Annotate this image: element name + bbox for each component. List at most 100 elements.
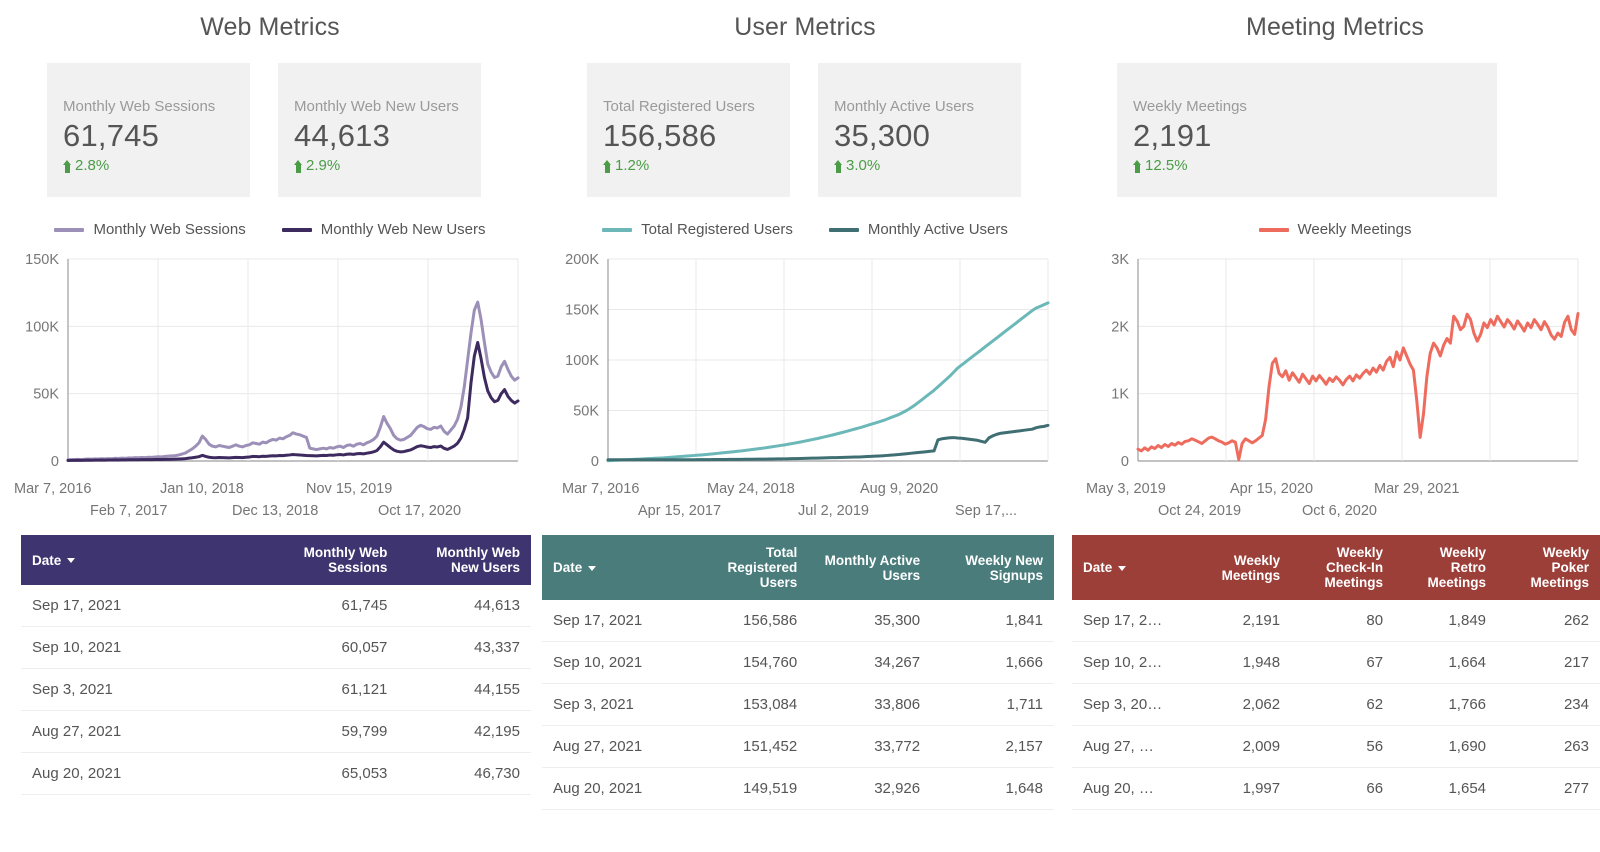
table-row[interactable]: Sep 10, 2… 1,948 67 1,664 217 bbox=[1072, 641, 1600, 684]
xtick-label: Jan 10, 2018 bbox=[160, 481, 244, 497]
cell-value: 43,337 bbox=[398, 626, 531, 669]
cell-value: 80 bbox=[1291, 600, 1395, 642]
column-header-monthly-web-sessions[interactable]: Monthly Web Sessions bbox=[265, 535, 399, 585]
cell-value: 1,666 bbox=[931, 641, 1054, 684]
scorecard-monthly-web-sessions[interactable]: Monthly Web Sessions 61,745 2.8% bbox=[47, 63, 250, 197]
xtick-label: May 3, 2019 bbox=[1086, 481, 1166, 497]
table-wrap-meeting: Date Weekly Meetings Weekly Check-In Mee… bbox=[1070, 535, 1600, 810]
chart-svg-user: 0 50K 100K 150K 200K bbox=[565, 252, 1050, 470]
column-header-date[interactable]: Date bbox=[21, 535, 266, 585]
column-header-date[interactable]: Date bbox=[1072, 535, 1189, 600]
table-row[interactable]: Sep 3, 2021 153,084 33,806 1,711 bbox=[542, 683, 1054, 726]
column-header-weekly-new-signups[interactable]: Weekly New Signups bbox=[931, 535, 1054, 600]
cell-value: 277 bbox=[1497, 767, 1600, 810]
cell-value: 1,849 bbox=[1394, 600, 1498, 642]
panel-title-meeting: Meeting Metrics bbox=[1246, 13, 1424, 41]
svg-text:150K: 150K bbox=[25, 252, 59, 268]
cell-value: 46,730 bbox=[398, 752, 531, 795]
scorecard-delta-text: 2.9% bbox=[306, 157, 341, 174]
column-header-weekly-poker-meetings[interactable]: Weekly Poker Meetings bbox=[1497, 535, 1600, 600]
table-user-metrics[interactable]: Date Total Registered Users Monthly Acti… bbox=[542, 535, 1054, 810]
table-row[interactable]: Sep 17, 2… 2,191 80 1,849 262 bbox=[1072, 600, 1600, 642]
legend-item[interactable]: Total Registered Users bbox=[602, 221, 793, 238]
column-header-weekly-meetings[interactable]: Weekly Meetings bbox=[1188, 535, 1292, 600]
table-meeting-metrics[interactable]: Date Weekly Meetings Weekly Check-In Mee… bbox=[1072, 535, 1600, 810]
panel-title-user: User Metrics bbox=[734, 13, 876, 41]
xtick-label: Oct 24, 2019 bbox=[1158, 503, 1242, 519]
cell-value: 1,997 bbox=[1188, 767, 1292, 810]
table-body: Sep 17, 2… 2,191 80 1,849 262 Sep 10, 2… 1,948… bbox=[1072, 600, 1600, 810]
arrow-up-icon bbox=[603, 159, 612, 173]
scorecard-group-meeting: Weekly Meetings 2,191 12.5% bbox=[1070, 42, 1600, 197]
scorecard-delta-text: 2.8% bbox=[75, 157, 110, 174]
chart-user-metrics[interactable]: 0 50K 100K 150K 200K bbox=[540, 249, 1070, 479]
scorecard-weekly-meetings[interactable]: Weekly Meetings 2,191 12.5% bbox=[1117, 63, 1497, 197]
cell-value: 33,806 bbox=[808, 683, 932, 726]
legend-item[interactable]: Monthly Active Users bbox=[828, 221, 1008, 238]
legend-item[interactable]: Monthly Web New Users bbox=[281, 221, 486, 238]
table-web-metrics[interactable]: Date Monthly Web Sessions Monthly Web Ne… bbox=[21, 535, 531, 795]
column-header-monthly-active-users[interactable]: Monthly Active Users bbox=[808, 535, 932, 600]
legend-label: Monthly Web New Users bbox=[320, 221, 486, 238]
column-header-date[interactable]: Date bbox=[542, 535, 686, 600]
scorecard-monthly-web-new-users[interactable]: Monthly Web New Users 44,613 2.9% bbox=[278, 63, 481, 197]
cell-value: 66 bbox=[1291, 767, 1395, 810]
cell-value: 61,745 bbox=[265, 585, 399, 627]
table-row[interactable]: Aug 20, … 1,997 66 1,654 277 bbox=[1072, 767, 1600, 810]
cell-value: 2,157 bbox=[931, 725, 1054, 768]
arrow-up-icon bbox=[1133, 159, 1142, 173]
xaxis-labels-meeting: May 3, 2019 Apr 15, 2020 Mar 29, 2021 Oc… bbox=[1070, 479, 1600, 525]
table-row[interactable]: Sep 17, 2021 156,586 35,300 1,841 bbox=[542, 600, 1054, 642]
cell-value: 156,586 bbox=[685, 600, 809, 642]
table-row[interactable]: Aug 27, 2021 59,799 42,195 bbox=[21, 710, 531, 753]
chart-svg-web: 0 50K 100K 150K bbox=[25, 252, 520, 470]
cell-value: 42,195 bbox=[398, 710, 531, 753]
column-header-monthly-web-new-users[interactable]: Monthly Web New Users bbox=[398, 535, 531, 585]
column-header-total-registered-users[interactable]: Total Registered Users bbox=[685, 535, 809, 600]
legend-item[interactable]: Monthly Web Sessions bbox=[54, 221, 246, 238]
chart-web-metrics[interactable]: 0 50K 100K 150K bbox=[0, 249, 540, 479]
table-row[interactable]: Aug 27, … 2,009 56 1,690 263 bbox=[1072, 725, 1600, 768]
table-row[interactable]: Aug 20, 2021 65,053 46,730 bbox=[21, 752, 531, 795]
chart-meeting-metrics[interactable]: 0 1K 2K 3K bbox=[1070, 249, 1600, 479]
scorecard-delta: 3.0% bbox=[834, 156, 1021, 176]
scorecard-total-registered-users[interactable]: Total Registered Users 156,586 1.2% bbox=[587, 63, 790, 197]
table-row[interactable]: Aug 20, 2021 149,519 32,926 1,648 bbox=[542, 767, 1054, 810]
svg-text:100K: 100K bbox=[25, 319, 59, 335]
panel-user-metrics: User Metrics Total Registered Users 156,… bbox=[540, 0, 1070, 852]
chart-legend-meeting: Weekly Meetings bbox=[1070, 197, 1600, 238]
scorecard-group-web: Monthly Web Sessions 61,745 2.8% Monthly… bbox=[0, 42, 540, 197]
column-header-weekly-retro-meetings[interactable]: Weekly Retro Meetings bbox=[1394, 535, 1498, 600]
scorecard-delta: 2.9% bbox=[294, 156, 481, 176]
table-row[interactable]: Sep 10, 2021 60,057 43,337 bbox=[21, 626, 531, 669]
scorecard-monthly-active-users[interactable]: Monthly Active Users 35,300 3.0% bbox=[818, 63, 1021, 197]
cell-date: Aug 20, … bbox=[1072, 767, 1189, 810]
table-row[interactable]: Sep 10, 2021 154,760 34,267 1,666 bbox=[542, 641, 1054, 684]
xtick-label: Mar 7, 2016 bbox=[14, 481, 92, 497]
scorecard-value: 61,745 bbox=[63, 118, 160, 153]
chart-legend-web: Monthly Web Sessions Monthly Web New Use… bbox=[0, 197, 540, 238]
cell-value: 59,799 bbox=[265, 710, 399, 753]
svg-text:200K: 200K bbox=[565, 252, 599, 268]
table-row[interactable]: Sep 3, 2021 61,121 44,155 bbox=[21, 668, 531, 711]
table-wrap-web: Date Monthly Web Sessions Monthly Web Ne… bbox=[0, 535, 540, 795]
column-header-weekly-checkin-meetings[interactable]: Weekly Check-In Meetings bbox=[1291, 535, 1395, 600]
cell-value: 1,690 bbox=[1394, 725, 1498, 768]
cell-date: Sep 10, 2021 bbox=[542, 641, 686, 684]
table-row[interactable]: Sep 3, 20… 2,062 62 1,766 234 bbox=[1072, 683, 1600, 726]
svg-text:100K: 100K bbox=[565, 353, 599, 369]
cell-date: Sep 17, 2… bbox=[1072, 600, 1189, 642]
scorecard-value: 35,300 bbox=[834, 118, 931, 153]
xtick-label: Nov 15, 2019 bbox=[306, 481, 393, 497]
cell-value: 1,654 bbox=[1394, 767, 1498, 810]
legend-item[interactable]: Weekly Meetings bbox=[1258, 221, 1411, 238]
cell-value: 2,062 bbox=[1188, 683, 1292, 726]
xtick-label: Apr 15, 2017 bbox=[638, 503, 722, 519]
arrow-up-icon bbox=[63, 159, 72, 173]
xtick-label: Oct 6, 2020 bbox=[1302, 503, 1377, 519]
cell-value: 262 bbox=[1497, 600, 1600, 642]
cell-value: 1,648 bbox=[931, 767, 1054, 810]
svg-text:0: 0 bbox=[591, 454, 599, 470]
table-row[interactable]: Sep 17, 2021 61,745 44,613 bbox=[21, 585, 531, 627]
table-row[interactable]: Aug 27, 2021 151,452 33,772 2,157 bbox=[542, 725, 1054, 768]
